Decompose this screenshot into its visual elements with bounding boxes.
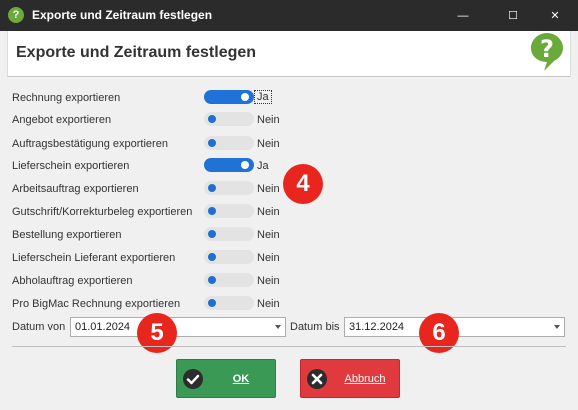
toggle-knob — [208, 207, 216, 215]
state-text: Nein — [257, 183, 280, 195]
ok-button[interactable]: OK — [176, 359, 276, 398]
help-icon: ? — [530, 31, 564, 76]
state-text: Nein — [257, 138, 280, 150]
separator — [12, 346, 566, 347]
export-label: Auftragsbestätigung exportieren — [12, 138, 168, 150]
export-label: Abholauftrag exportieren — [12, 275, 133, 287]
close-button[interactable]: ✕ — [532, 0, 578, 31]
export-label: Pro BigMac Rechnung exportieren — [12, 298, 181, 310]
help-icon: ? — [8, 7, 24, 23]
toggle-knob — [208, 115, 216, 123]
cancel-icon — [307, 369, 327, 389]
toggle-gutschrift[interactable] — [204, 204, 254, 218]
toggle-bigmac[interactable] — [204, 296, 254, 310]
step-badge-5: 5 — [137, 313, 177, 353]
chevron-down-icon — [275, 325, 281, 329]
state-text: Ja — [254, 90, 272, 104]
state-text: Nein — [257, 206, 280, 218]
export-label: Lieferschein Lieferant exportieren — [12, 252, 176, 264]
export-label: Bestellung exportieren — [12, 229, 122, 241]
date-from-value: 01.01.2024 — [75, 321, 131, 333]
toggle-knob — [208, 230, 216, 238]
toggle-abholauftrag[interactable] — [204, 273, 254, 287]
check-icon — [183, 369, 203, 389]
title-bar: ? Exporte und Zeitraum festlegen — ☐ ✕ — [0, 0, 578, 31]
toggle-lieferschein[interactable] — [204, 158, 254, 172]
toggle-lieferschein-lieferant[interactable] — [204, 250, 254, 264]
dialog-header: Exporte und Zeitraum festlegen ? — [7, 31, 571, 77]
toggle-knob — [208, 299, 216, 307]
svg-text:?: ? — [540, 35, 554, 63]
toggle-knob — [208, 139, 216, 147]
date-to-value: 31.12.2024 — [349, 321, 405, 333]
page-title: Exporte und Zeitraum festlegen — [16, 44, 257, 61]
toggle-knob — [208, 253, 216, 261]
maximize-button[interactable]: ☐ — [490, 0, 536, 31]
toggle-knob — [208, 184, 216, 192]
toggle-rechnung[interactable] — [204, 90, 254, 104]
window-title: Exporte und Zeitraum festlegen — [32, 8, 213, 22]
toggle-knob — [241, 93, 249, 101]
toggle-knob — [208, 276, 216, 284]
minimize-button[interactable]: — — [440, 0, 486, 31]
toggle-auftragsbestaetigung[interactable] — [204, 136, 254, 150]
close-icon: ✕ — [550, 10, 560, 22]
export-label: Angebot exportieren — [12, 114, 112, 126]
date-to-label: Datum bis — [290, 321, 340, 333]
state-text: Nein — [257, 275, 280, 287]
minimize-icon: — — [457, 9, 469, 22]
date-from-label: Datum von — [12, 321, 66, 333]
state-text: Nein — [257, 298, 280, 310]
state-text: Ja — [257, 160, 269, 172]
ok-button-label: OK — [232, 373, 250, 385]
toggle-arbeitsauftrag[interactable] — [204, 181, 254, 195]
toggle-bestellung[interactable] — [204, 227, 254, 241]
export-label: Gutschrift/Korrekturbeleg exportieren — [12, 206, 193, 218]
cancel-button[interactable]: Abbruch — [300, 359, 400, 398]
maximize-icon: ☐ — [508, 10, 518, 22]
export-label: Lieferschein exportieren — [12, 160, 130, 172]
toggle-knob — [241, 161, 249, 169]
export-label: Rechnung exportieren — [12, 92, 121, 104]
step-badge-4: 4 — [283, 164, 323, 204]
export-label: Arbeitsauftrag exportieren — [12, 183, 139, 195]
state-text: Nein — [257, 229, 280, 241]
toggle-angebot[interactable] — [204, 112, 254, 126]
date-from-select[interactable]: 01.01.2024 — [70, 317, 286, 337]
state-text: Nein — [257, 114, 280, 126]
step-badge-6: 6 — [419, 313, 459, 353]
chevron-down-icon — [554, 325, 560, 329]
cancel-button-label: Abbruch — [344, 373, 386, 385]
state-text: Nein — [257, 252, 280, 264]
